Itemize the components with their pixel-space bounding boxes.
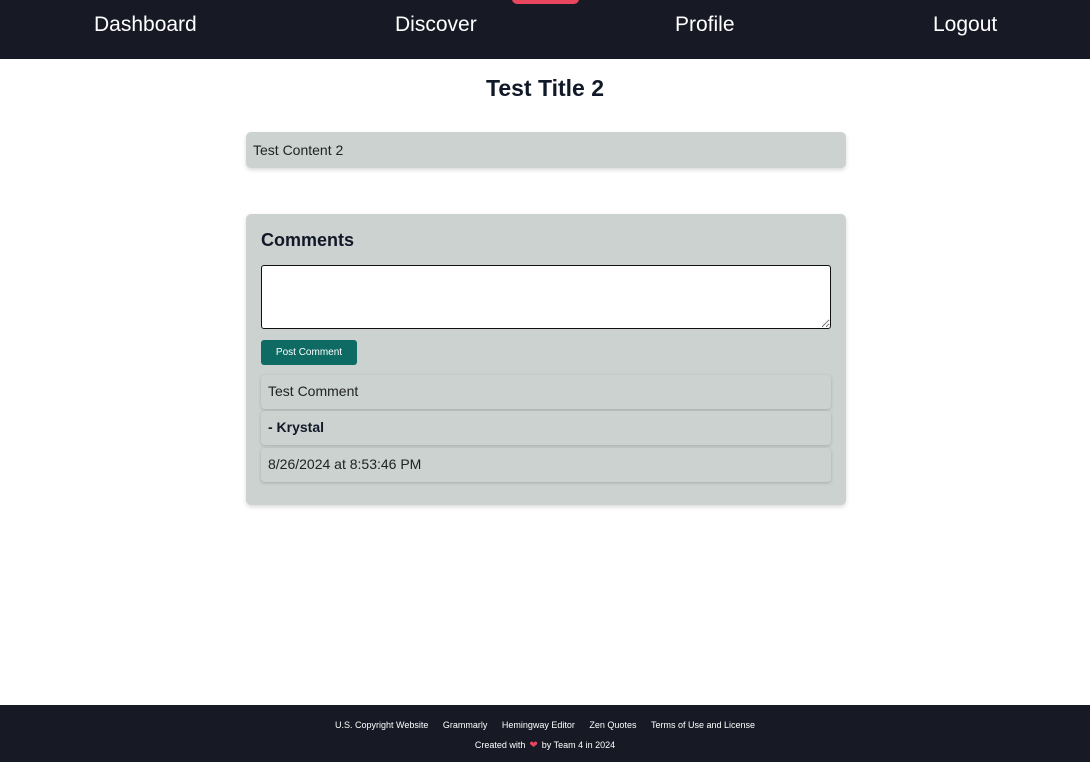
- nav-profile-link[interactable]: Profile: [675, 12, 735, 38]
- nav-logout-link[interactable]: Logout: [933, 12, 997, 38]
- post-comment-button[interactable]: Post Comment: [261, 340, 357, 365]
- comment-author-row: - Krystal: [261, 411, 831, 445]
- comment-author: - Krystal: [268, 419, 325, 435]
- comment-date: 8/26/2024 at 8:53:46 PM: [268, 456, 422, 472]
- footer-link-hemingway[interactable]: Hemingway Editor: [502, 720, 575, 730]
- footer-credit-before: Created with: [474, 740, 526, 750]
- footer-credit: Created with ❤ by Team 4 in 2024: [0, 739, 1090, 752]
- comments-section: Comments Post Comment Test Comment - Kry…: [246, 214, 846, 505]
- footer: U.S. Copyright Website Grammarly Hemingw…: [0, 705, 1090, 762]
- comment-text: Test Comment: [268, 383, 359, 399]
- nav-dashboard-link[interactable]: Dashboard: [94, 12, 197, 38]
- top-navbar: Dashboard Discover Profile Logout: [0, 0, 1090, 59]
- footer-credit-after: by Team 4 in 2024: [541, 740, 616, 750]
- post-title: Test Title 2: [485, 75, 605, 101]
- footer-link-copyright[interactable]: U.S. Copyright Website: [335, 720, 428, 730]
- footer-links: U.S. Copyright Website Grammarly Hemingw…: [0, 719, 1090, 731]
- post-content-text: Test Content 2: [253, 142, 344, 158]
- post-content-card: Test Content 2: [246, 132, 846, 168]
- footer-link-terms[interactable]: Terms of Use and License: [651, 720, 755, 730]
- footer-link-grammarly[interactable]: Grammarly: [443, 720, 488, 730]
- nav-discover-link[interactable]: Discover: [395, 12, 477, 38]
- comment-text-row: Test Comment: [261, 375, 831, 409]
- footer-link-zen-quotes[interactable]: Zen Quotes: [589, 720, 636, 730]
- comment-textarea[interactable]: [261, 265, 831, 329]
- comments-heading: Comments: [261, 230, 355, 250]
- notification-badge: [512, 0, 579, 4]
- heart-icon: ❤: [529, 740, 538, 751]
- comment-date-row: 8/26/2024 at 8:53:46 PM: [261, 448, 831, 482]
